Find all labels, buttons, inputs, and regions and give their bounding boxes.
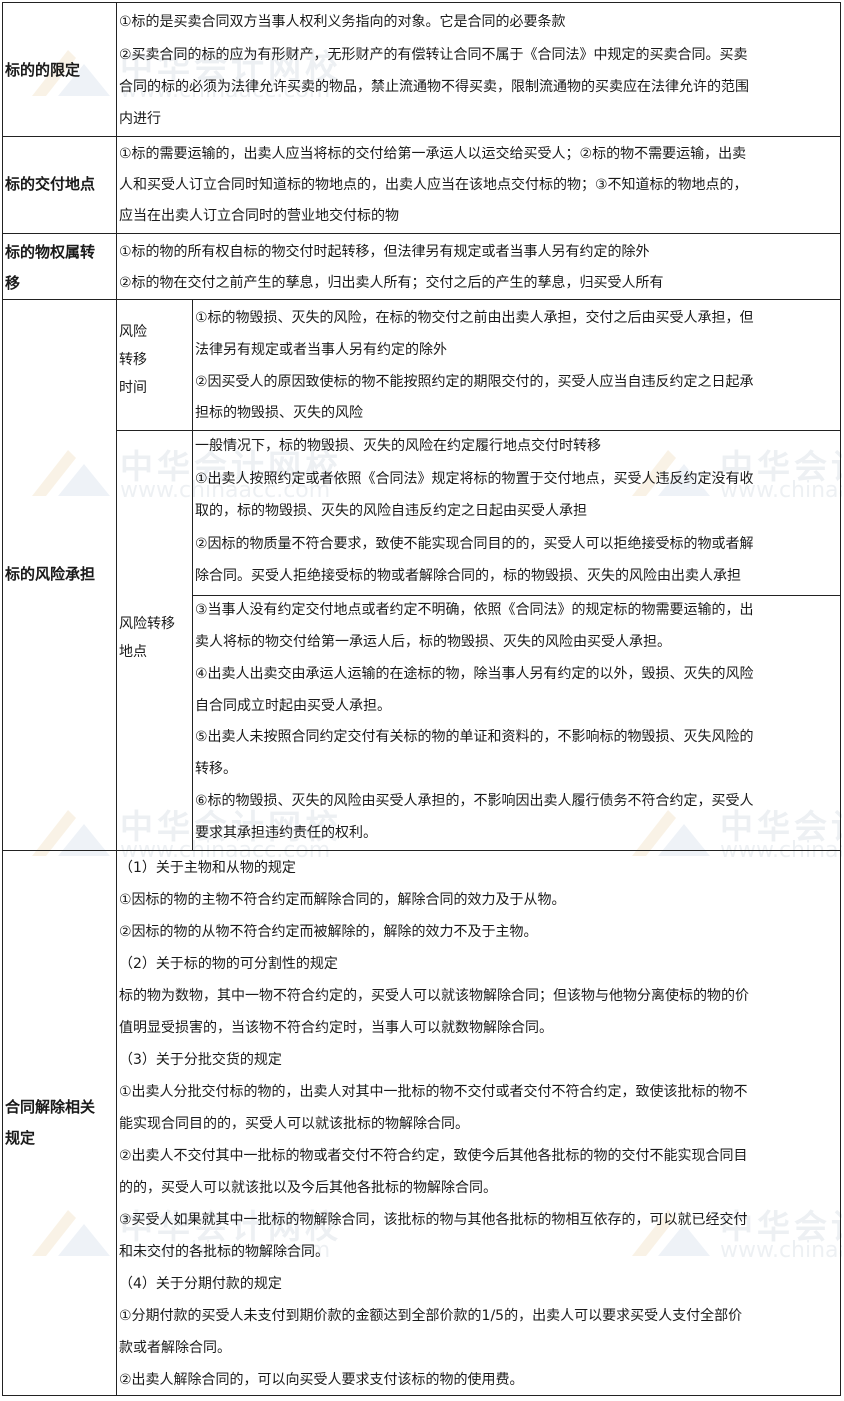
row-header-delivery-place: 标的交付地点 <box>5 175 96 193</box>
text-line: 应当在出卖人订立合同时的营业地交付标的物 <box>119 208 399 224</box>
row-divider <box>2 850 841 851</box>
text-line: 合同的标的必须为法律允许买卖的物品，禁止流通物不得买卖，限制流通物的买卖应在法律… <box>119 79 749 95</box>
text-line: 款或者解除合同。 <box>119 1340 231 1356</box>
text-line: ⑤出卖人未按照合同约定交付有关标的物的单证和资料的，不影响标的物毁损、灭失风险的 <box>195 729 754 745</box>
text-line: ②因买受人的原因致使标的物不能按照约定的期限交付的，买受人应当自违反约定之日起承 <box>195 374 754 390</box>
text-line: 值明显受损害的，当该物不符合约定时，当事人可以就数物解除合同。 <box>119 1020 553 1036</box>
text-line: 和未交付的各批标的物解除合同。 <box>119 1244 329 1260</box>
text-line: 内进行 <box>119 111 161 127</box>
row-header-ownership-transfer: 标的物权属转 移 <box>5 243 96 292</box>
text-line: （1）关于主物和从物的规定 <box>119 860 296 876</box>
text-line: 一般情况下，标的物毁损、灭失的风险在约定履行地点交付时转移 <box>195 438 601 454</box>
text-line: ①分期付款的买受人未支付到期价款的金额达到全部价款的1/5的，出卖人可以要求买受… <box>119 1308 743 1324</box>
row-header-contract-termination: 合同解除相关 规定 <box>5 1098 96 1147</box>
sub-label-risk-place: 风险转移 地点 <box>119 616 175 660</box>
text-line: ①出卖人按照约定或者依照《合同法》规定将标的物置于交付地点，买受人违反约定没有收 <box>195 471 754 487</box>
text-line: （4）关于分期付款的规定 <box>119 1276 282 1292</box>
text-line: （2）关于标的物的可分割性的规定 <box>119 956 338 972</box>
text-line: ①标的需要运输的，出卖人应当将标的交付给第一承运人以运交给买受人；②标的物不需要… <box>119 146 747 162</box>
row-divider <box>2 136 841 137</box>
text-line: ②标的物在交付之前产生的孳息，归出卖人所有；交付之后的产生的孳息，归买受人所有 <box>119 275 664 291</box>
row-divider <box>116 430 841 431</box>
column-divider <box>192 299 193 850</box>
text-line: ②因标的物质量不符合要求，致使不能实现合同目的的，买受人可以拒绝接受标的物或者解 <box>195 536 754 552</box>
sub-label-risk-time: 风险 转移 时间 <box>119 324 147 396</box>
text-line: ②出卖人不交付其中一批标的物或者交付不符合约定，致使今后其他各批标的物的交付不能… <box>119 1148 748 1164</box>
text-line: ③买受人如果就其中一批标的物解除合同，该批标的物与其他各批标的物相互依存的，可以… <box>119 1212 748 1228</box>
row-divider <box>2 299 841 300</box>
text-line: 除合同。买受人拒绝接受标的物或者解除合同的，标的物毁损、灭失的风险由出卖人承担 <box>195 568 741 584</box>
text-line: ①标的物毁损、灭失的风险，在标的物交付之前由出卖人承担，交付之后由买受人承担，但 <box>195 310 754 326</box>
text-line: 要求其承担违约责任的权利。 <box>195 825 377 841</box>
text-line: 卖人将标的物交付给第一承运人后，标的物毁损、灭失的风险由买受人承担。 <box>195 634 671 650</box>
row-divider <box>192 595 841 596</box>
text-line: ②因标的物的从物不符合约定而被解除的，解除的效力不及于主物。 <box>119 924 538 940</box>
text-line: ①出卖人分批交付标的物的，出卖人对其中一批标的物不交付或者交付不符合约定，致使该… <box>119 1084 748 1100</box>
text-line: 法律另有规定或者当事人另有约定的除外 <box>195 342 447 358</box>
text-line: ⑥标的物毁损、灭失的风险由买受人承担的，不影响因出卖人履行债务不符合约定，买受人 <box>195 793 754 809</box>
text-line: 取的，标的物毁损、灭失的风险自违反约定之日起由买受人承担 <box>195 503 587 519</box>
text-line: ①标的物的所有权自标的物交付时起转移，但法律另有规定或者当事人另有约定的除外 <box>119 244 650 260</box>
text-line: 转移。 <box>195 761 237 777</box>
text-line: （3）关于分批交货的规定 <box>119 1052 282 1068</box>
text-line: 担标的物毁损、灭失的风险 <box>195 405 363 421</box>
text-line: ①因标的物的主物不符合约定而解除合同的，解除合同的效力及于从物。 <box>119 892 566 908</box>
row-header-risk-bearing: 标的风险承担 <box>5 565 96 583</box>
text-line: ②买卖合同的标的应为有形财产，无形财产的有偿转让合同不属于《合同法》中规定的买卖… <box>119 47 748 63</box>
text-line: 能实现合同目的的，买受人可以就该批标的物解除合同。 <box>119 1116 469 1132</box>
text-line: ③当事人没有约定交付地点或者约定不明确，依照《合同法》的规定标的物需要运输的，出 <box>195 602 754 618</box>
text-line: 人和买受人订立合同时知道标的物地点的，出卖人应当在该地点交付标的物；③不知道标的… <box>119 177 748 193</box>
text-line: ②出卖人解除合同的，可以向买受人要求支付该标的物的使用费。 <box>119 1372 524 1388</box>
column-divider <box>116 2 117 1396</box>
text-line: ④出卖人出卖交由承运人运输的在途标的物，除当事人另有约定的以外，毁损、灭失的风险 <box>195 666 754 682</box>
row-divider <box>2 233 841 234</box>
text-line: 自合同成立时起由买受人承担。 <box>195 698 391 714</box>
row-header-subject-limit: 标的的限定 <box>5 61 81 79</box>
text-line: 标的物为数物，其中一物不符合约定的，买受人可以就该物解除合同；但该物与他物分离使… <box>119 988 749 1004</box>
text-line: 的的，买受人可以就该批以及今后其他各批标的物解除合同。 <box>119 1180 497 1196</box>
text-line: ①标的是买卖合同双方当事人权利义务指向的对象。它是合同的必要条款 <box>119 14 566 30</box>
